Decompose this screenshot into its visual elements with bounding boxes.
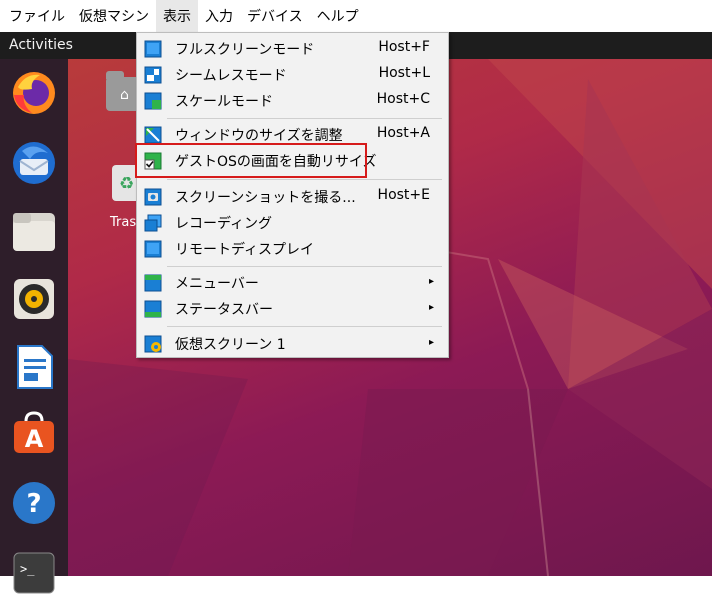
- scale-mode-icon: [144, 92, 162, 110]
- menu-separator: [167, 326, 442, 327]
- menu-input[interactable]: 入力: [198, 0, 240, 32]
- menu-machine[interactable]: 仮想マシン: [72, 0, 156, 32]
- svg-text:A: A: [25, 425, 44, 453]
- menu-item-seamless[interactable]: シームレスモード Host+L: [137, 62, 448, 88]
- svg-text:>_: >_: [20, 562, 35, 576]
- menu-item-recording[interactable]: レコーディング: [137, 210, 448, 236]
- status-bar-icon: [144, 300, 162, 318]
- menu-separator: [167, 179, 442, 180]
- menu-item-virtual-screen-1[interactable]: 仮想スクリーン 1 ▸: [137, 331, 448, 357]
- menu-item-scale[interactable]: スケールモード Host+C: [137, 88, 448, 114]
- menu-file[interactable]: ファイル: [2, 0, 72, 32]
- submenu-arrow-icon: ▸: [428, 302, 434, 313]
- seamless-icon: [144, 66, 162, 84]
- menu-item-fullscreen[interactable]: フルスクリーンモード Host+F: [137, 36, 448, 62]
- svg-text:?: ?: [26, 489, 41, 519]
- fullscreen-icon: [144, 40, 162, 58]
- ubuntu-dock: A ? >_: [0, 59, 68, 594]
- virtual-screen-icon: [144, 335, 162, 353]
- rhythmbox-icon[interactable]: [10, 275, 58, 323]
- adjust-window-icon: [144, 126, 162, 144]
- menu-item-take-screenshot[interactable]: スクリーンショットを撮る... Host+E: [137, 184, 448, 210]
- thunderbird-icon[interactable]: [10, 139, 58, 187]
- menu-separator: [167, 266, 442, 267]
- view-menu-dropdown: フルスクリーンモード Host+F シームレスモード Host+L スケールモー…: [136, 32, 449, 358]
- menu-devices[interactable]: デバイス: [240, 0, 310, 32]
- help-icon[interactable]: ?: [10, 479, 58, 527]
- remote-display-icon: [144, 240, 162, 258]
- menu-help[interactable]: ヘルプ: [310, 0, 366, 32]
- menu-item-status-bar[interactable]: ステータスバー ▸: [137, 296, 448, 322]
- submenu-arrow-icon: ▸: [428, 276, 434, 287]
- terminal-icon[interactable]: >_: [10, 549, 58, 597]
- screenshot-icon: [144, 188, 162, 206]
- submenu-arrow-icon: ▸: [428, 337, 434, 348]
- menu-item-menu-bar[interactable]: メニューバー ▸: [137, 270, 448, 296]
- activities-button[interactable]: Activities: [9, 37, 73, 53]
- trash-label: Tras: [110, 215, 137, 230]
- ubuntu-software-icon[interactable]: A: [10, 409, 58, 457]
- files-icon[interactable]: [10, 207, 58, 255]
- vbox-menubar: ファイル 仮想マシン 表示 入力 デバイス ヘルプ: [0, 0, 712, 32]
- menu-item-remote-display[interactable]: リモートディスプレイ: [137, 236, 448, 262]
- recording-icon: [144, 214, 162, 232]
- libreoffice-writer-icon[interactable]: [10, 343, 58, 391]
- menu-view[interactable]: 表示: [156, 0, 198, 32]
- menu-separator: [167, 118, 442, 119]
- annotation-highlight-box: [135, 143, 367, 178]
- menu-bar-icon: [144, 274, 162, 292]
- firefox-icon[interactable]: [10, 69, 58, 117]
